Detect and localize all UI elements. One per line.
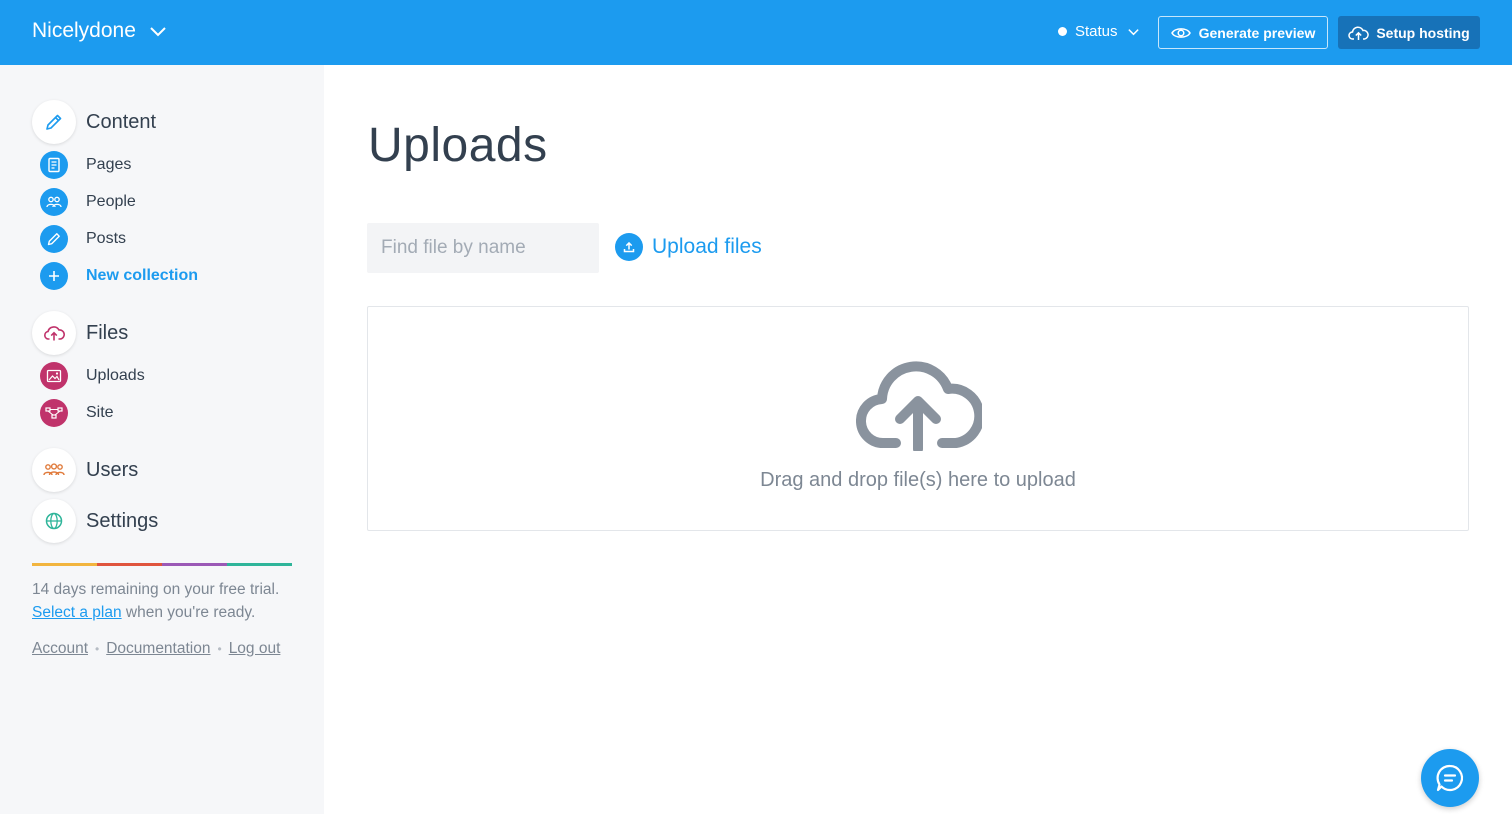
- chat-button[interactable]: [1421, 749, 1479, 807]
- sidebar-item-label: Pages: [86, 156, 132, 173]
- footer-links: Account • Documentation • Log out: [32, 640, 280, 658]
- page-title: Uploads: [368, 119, 548, 172]
- dropzone-hint: Drag and drop file(s) here to upload: [760, 469, 1076, 491]
- sidebar-item-uploads[interactable]: Uploads: [40, 362, 145, 390]
- sidebar-item-label: Site: [86, 404, 114, 421]
- cloud-upload-icon: [1348, 25, 1370, 40]
- chat-icon: [1436, 764, 1464, 792]
- sidebar-item-new-collection[interactable]: New collection: [40, 262, 198, 290]
- sidebar-item-pages[interactable]: Pages: [40, 151, 131, 179]
- plus-icon: [40, 262, 68, 290]
- trial-suffix-text: when you're ready.: [121, 604, 256, 621]
- document-icon: [40, 151, 68, 179]
- search-input[interactable]: [367, 223, 599, 273]
- rainbow-divider: [32, 563, 292, 566]
- chevron-down-icon: [150, 27, 166, 37]
- top-bar: Nicelydone Status Generate preview Setup…: [0, 0, 1512, 65]
- site-switcher[interactable]: Nicelydone: [32, 19, 168, 43]
- sidebar-section-users[interactable]: Users: [32, 448, 138, 492]
- pencil-icon: [46, 114, 62, 130]
- generate-preview-label: Generate preview: [1198, 24, 1316, 41]
- people-icon: [40, 188, 68, 216]
- sitemap-icon: [40, 399, 68, 427]
- documentation-link[interactable]: Documentation: [106, 640, 210, 658]
- file-dropzone[interactable]: Drag and drop file(s) here to upload: [367, 306, 1469, 531]
- sidebar-item-label: Uploads: [86, 367, 145, 384]
- chevron-down-icon: [1127, 29, 1139, 36]
- setup-hosting-label: Setup hosting: [1376, 24, 1470, 41]
- status-label: Status: [1075, 23, 1118, 40]
- sidebar-item-label: Posts: [86, 230, 127, 247]
- setup-hosting-button[interactable]: Setup hosting: [1338, 16, 1480, 49]
- eye-icon: [1170, 27, 1191, 38]
- cloud-upload-icon: [856, 361, 982, 451]
- globe-icon: [45, 512, 63, 530]
- sidebar-section-label: Users: [86, 458, 139, 481]
- sidebar-section-settings[interactable]: Settings: [32, 499, 158, 543]
- select-plan-link[interactable]: Select a plan: [32, 604, 122, 621]
- separator-dot: •: [217, 642, 222, 656]
- pencil-icon: [40, 225, 68, 253]
- sidebar-section-label: Settings: [86, 509, 159, 532]
- status-dot-icon: [1058, 27, 1067, 36]
- logout-link[interactable]: Log out: [229, 640, 281, 658]
- sidebar-section-label: Content: [86, 110, 157, 133]
- sidebar-item-people[interactable]: People: [40, 188, 136, 216]
- sidebar-item-label: New collection: [86, 267, 199, 284]
- users-icon: [43, 463, 65, 476]
- cloud-upload-icon: [44, 326, 65, 341]
- sidebar-section-label: Files: [86, 321, 129, 344]
- section-icon-circle: [32, 100, 76, 144]
- image-icon: [40, 362, 68, 390]
- sidebar-section-content[interactable]: Content: [32, 100, 156, 144]
- sidebar-item-site[interactable]: Site: [40, 399, 114, 427]
- section-icon-circle: [32, 499, 76, 543]
- upload-files-label: Upload files: [652, 235, 762, 258]
- trial-remaining-text: 14 days remaining on your free trial.: [32, 581, 280, 598]
- sidebar-item-posts[interactable]: Posts: [40, 225, 126, 253]
- account-link[interactable]: Account: [32, 640, 88, 658]
- sidebar-section-files[interactable]: Files: [32, 311, 128, 355]
- upload-icon: [615, 233, 643, 261]
- section-icon-circle: [32, 448, 76, 492]
- generate-preview-button[interactable]: Generate preview: [1158, 16, 1328, 49]
- upload-files-button[interactable]: Upload files: [615, 233, 762, 261]
- sidebar: Content Pages People Posts New collectio…: [0, 65, 324, 814]
- section-icon-circle: [32, 311, 76, 355]
- trial-notice: 14 days remaining on your free trial. Se…: [32, 578, 312, 624]
- status-dropdown[interactable]: Status: [1058, 23, 1140, 40]
- separator-dot: •: [95, 642, 100, 656]
- site-name: Nicelydone: [32, 19, 136, 42]
- sidebar-item-label: People: [86, 193, 136, 210]
